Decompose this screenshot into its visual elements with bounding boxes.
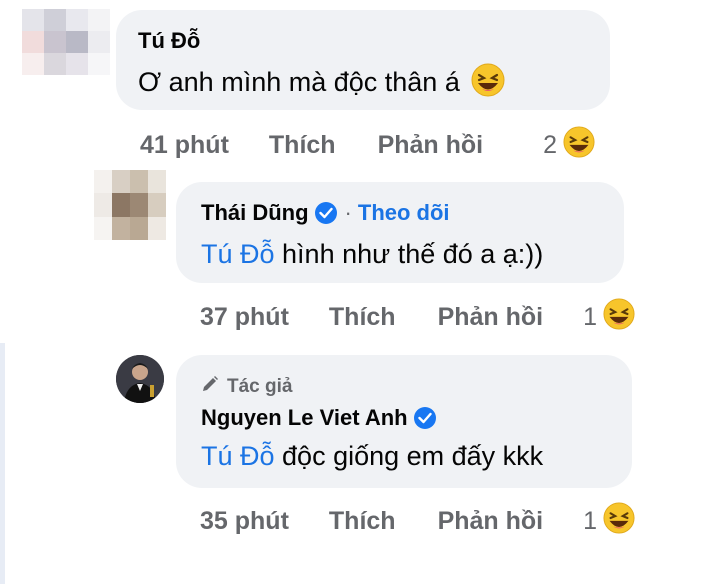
comment-actions: 35 phút Thích Phản hồi 1	[200, 502, 635, 541]
timestamp[interactable]: 35 phút	[200, 507, 289, 536]
reaction-count: 2	[543, 131, 558, 159]
reply-button[interactable]: Phản hồi	[378, 131, 484, 160]
commenter-name[interactable]: Tú Đỗ	[138, 28, 200, 54]
haha-reaction-icon	[563, 126, 595, 165]
reaction-count: 1	[583, 507, 598, 535]
verified-badge-icon	[314, 202, 337, 224]
reaction-summary[interactable]: 1	[583, 502, 635, 541]
commenter-name[interactable]: Nguyen Le Viet Anh	[201, 405, 408, 431]
reaction-summary[interactable]: 1	[583, 298, 635, 337]
reply-button[interactable]: Phản hồi	[438, 303, 544, 332]
comment-bubble[interactable]: Tú Đỗ Ơ anh mình mà độc thân á	[116, 10, 610, 110]
commenter-name[interactable]: Thái Dũng	[201, 200, 309, 226]
mention-link[interactable]: Tú Đỗ	[201, 441, 275, 471]
comment-actions: 41 phút Thích Phản hồi 2	[140, 126, 595, 165]
laughing-emoji-icon	[471, 63, 505, 104]
comment-header: Thái Dũng · Theo dõi	[201, 200, 450, 226]
reaction-summary[interactable]: 2	[543, 126, 595, 165]
comment-text: Tú Đỗ hình như thế đó a ạ:))	[201, 239, 543, 270]
comment-text: Tú Đỗ độc giống em đấy kkk	[201, 441, 543, 472]
timestamp[interactable]: 37 phút	[200, 303, 289, 332]
comment-body: hình như thế đó a ạ:))	[274, 239, 544, 269]
like-button[interactable]: Thích	[269, 131, 336, 160]
reply-button[interactable]: Phản hồi	[438, 507, 544, 536]
author-tag-label: Tác giả	[227, 376, 293, 397]
avatar-blurred[interactable]	[22, 9, 110, 75]
like-button[interactable]: Thích	[329, 303, 396, 332]
comment-actions: 37 phút Thích Phản hồi 1	[200, 298, 635, 337]
pencil-icon	[201, 375, 219, 399]
thread-highlight-bar	[0, 343, 5, 584]
verified-badge-icon	[413, 407, 436, 429]
follow-button[interactable]: Theo dõi	[358, 200, 450, 226]
like-button[interactable]: Thích	[329, 507, 396, 536]
comment-body: độc giống em đấy kkk	[274, 441, 544, 471]
author-tag: Tác giả	[201, 375, 292, 399]
comment-bubble[interactable]: Tác giả Nguyen Le Viet Anh Tú Đỗ độc giố…	[176, 355, 632, 488]
comment-header: Nguyen Le Viet Anh	[201, 405, 436, 431]
comment-text: Ơ anh mình mà độc thân á	[138, 63, 505, 104]
reaction-count: 1	[583, 303, 598, 331]
avatar[interactable]	[116, 355, 164, 403]
haha-reaction-icon	[603, 502, 635, 541]
separator-dot: ·	[344, 200, 352, 225]
avatar-blurred[interactable]	[94, 170, 166, 240]
haha-reaction-icon	[603, 298, 635, 337]
mention-link[interactable]: Tú Đỗ	[201, 239, 275, 269]
timestamp[interactable]: 41 phút	[140, 131, 229, 160]
comment-body: Ơ anh mình mà độc thân á	[138, 67, 460, 97]
comment-bubble[interactable]: Thái Dũng · Theo dõi Tú Đỗ hình như thế …	[176, 182, 624, 283]
